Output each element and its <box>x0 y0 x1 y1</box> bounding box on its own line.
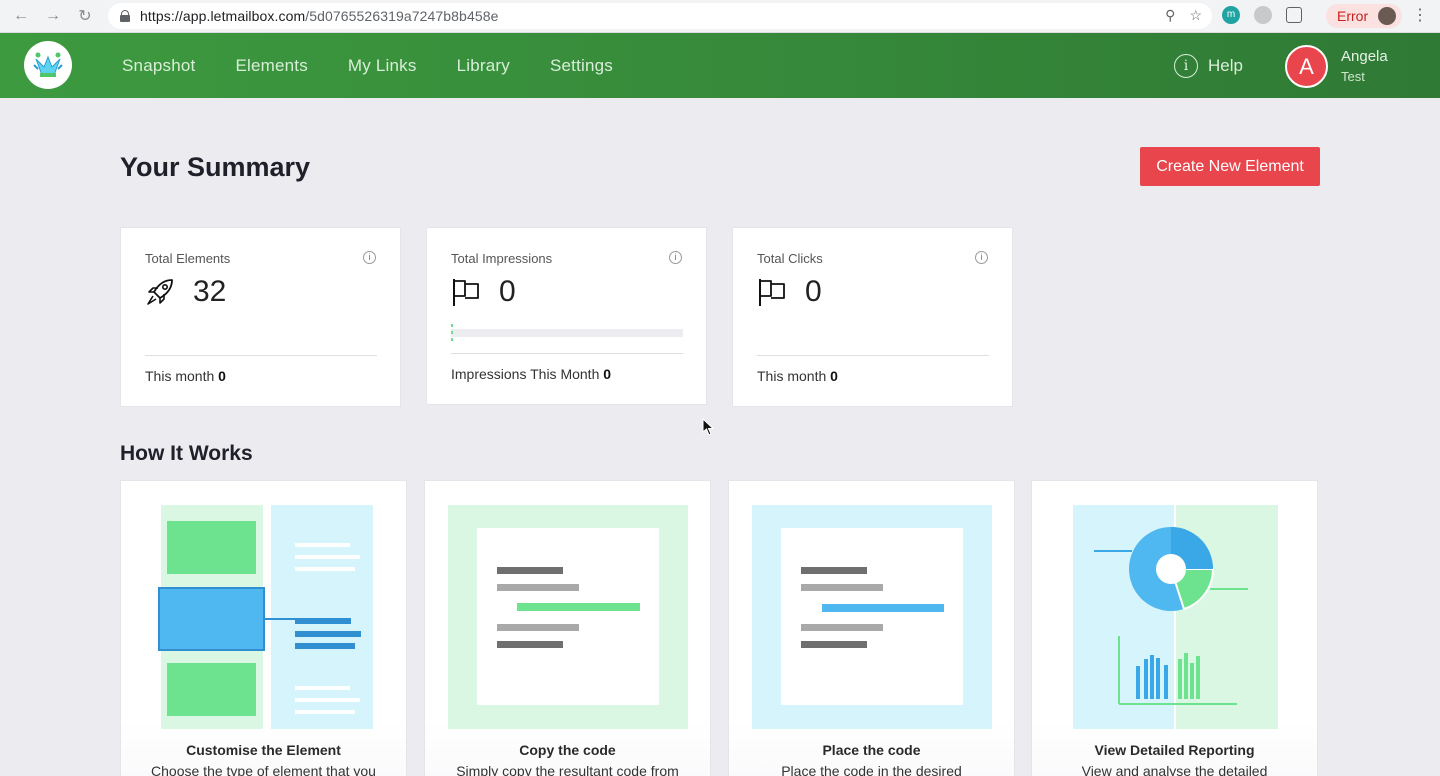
stat-footer-value: 0 <box>830 368 838 384</box>
lock-icon <box>120 10 130 22</box>
stat-divider <box>757 355 989 356</box>
how-step-reporting: View Detailed Reporting View and analyse… <box>1031 480 1318 776</box>
stat-footer-value: 0 <box>218 368 226 384</box>
user-avatar[interactable]: A <box>1285 45 1328 88</box>
extension-grey-icon[interactable] <box>1254 6 1272 24</box>
stat-footer-label: This month <box>757 368 827 384</box>
error-label: Error <box>1337 8 1369 24</box>
step-title: Copy the code <box>519 742 616 758</box>
stat-value: 32 <box>193 275 227 308</box>
info-icon[interactable]: i <box>669 251 682 264</box>
nav-elements[interactable]: Elements <box>235 56 307 76</box>
nav-library[interactable]: Library <box>457 56 510 76</box>
stat-footer-label: This month <box>145 368 215 384</box>
stat-footer: This month 0 <box>145 368 226 384</box>
logo-icon <box>33 52 63 77</box>
mouse-cursor-icon <box>702 418 714 436</box>
back-arrow-icon[interactable]: ← <box>10 5 32 27</box>
browser-toolbar: ← → ↻ https://app.letmailbox.com/5d07655… <box>0 0 1440 33</box>
step-title: View Detailed Reporting <box>1094 742 1255 758</box>
stat-footer-label: Impressions This Month <box>451 366 600 382</box>
stat-footer: Impressions This Month 0 <box>451 366 611 382</box>
stat-value: 0 <box>805 275 822 308</box>
info-icon[interactable]: i <box>975 251 988 264</box>
copy-code-illustration <box>448 505 688 729</box>
user-subtitle: Test <box>1341 69 1365 84</box>
stat-footer: This month 0 <box>757 368 838 384</box>
step-title: Customise the Element <box>186 742 341 758</box>
help-label: Help <box>1208 56 1243 75</box>
star-icon[interactable]: ☆ <box>1189 7 1202 24</box>
app-header: Snapshot Elements My Links Library Setti… <box>0 33 1440 98</box>
step-desc: Choose the type of element that you <box>151 763 376 776</box>
flag-icon <box>759 279 785 306</box>
reporting-illustration <box>1073 505 1278 729</box>
stat-card-total-clicks: Total Clicks i 0 This month 0 <box>732 227 1013 407</box>
customise-illustration <box>158 505 373 729</box>
info-icon[interactable]: i <box>363 251 376 264</box>
profile-error-button[interactable]: Error <box>1326 4 1402 28</box>
url-text: https://app.letmailbox.com/5d0765526319a… <box>140 8 499 24</box>
impressions-progress-bar <box>451 324 683 342</box>
rocket-icon <box>147 279 173 305</box>
user-name[interactable]: Angela <box>1341 48 1388 65</box>
stat-footer-value: 0 <box>603 366 612 382</box>
main-nav: Snapshot Elements My Links Library Setti… <box>122 33 613 98</box>
create-new-element-button[interactable]: Create New Element <box>1140 147 1320 186</box>
profile-avatar <box>1378 7 1396 25</box>
address-bar[interactable]: https://app.letmailbox.com/5d0765526319a… <box>108 3 1212 29</box>
stat-card-total-elements: Total Elements i 32 This month 0 <box>120 227 401 407</box>
stat-label: Total Clicks <box>757 251 823 266</box>
how-step-copy-code: Copy the code Simply copy the resultant … <box>424 480 711 776</box>
url-path: /5d0765526319a7247b8b458e <box>305 8 499 24</box>
step-desc: Simply copy the resultant code from <box>456 763 679 776</box>
stat-label: Total Elements <box>145 251 231 266</box>
stat-value: 0 <box>499 275 516 308</box>
stat-card-total-impressions: Total Impressions i 0 Impressions This M… <box>426 227 707 405</box>
app-logo[interactable] <box>24 41 72 89</box>
stat-divider <box>451 353 683 354</box>
place-code-illustration <box>752 505 992 729</box>
forward-arrow-icon[interactable]: → <box>42 5 64 27</box>
extension-square-icon[interactable] <box>1286 7 1302 23</box>
stat-label: Total Impressions <box>451 251 553 266</box>
stat-divider <box>145 355 377 356</box>
progress-marker <box>451 324 453 342</box>
nav-my-links[interactable]: My Links <box>348 56 417 76</box>
info-icon: i <box>1174 54 1198 78</box>
menu-kebab-icon[interactable]: ⋮ <box>1412 6 1428 26</box>
help-link[interactable]: i Help <box>1174 54 1243 78</box>
how-step-place-code: Place the code Place the code in the des… <box>728 480 1015 776</box>
how-it-works-title: How It Works <box>120 442 253 465</box>
reload-icon[interactable]: ↻ <box>74 5 96 27</box>
step-title: Place the code <box>822 742 921 758</box>
step-desc: View and analyse the detailed <box>1081 763 1268 776</box>
how-step-customise: Customise the Element Choose the type of… <box>120 480 407 776</box>
flag-icon <box>453 279 479 306</box>
url-host: https://app.letmailbox.com <box>140 8 306 24</box>
extension-m-icon[interactable]: m <box>1222 6 1240 24</box>
nav-snapshot[interactable]: Snapshot <box>122 56 195 76</box>
page-title: Your Summary <box>120 152 311 182</box>
nav-settings[interactable]: Settings <box>550 56 613 76</box>
key-icon[interactable]: ⚲ <box>1165 7 1175 24</box>
step-desc: Place the code in the desired <box>781 763 962 776</box>
